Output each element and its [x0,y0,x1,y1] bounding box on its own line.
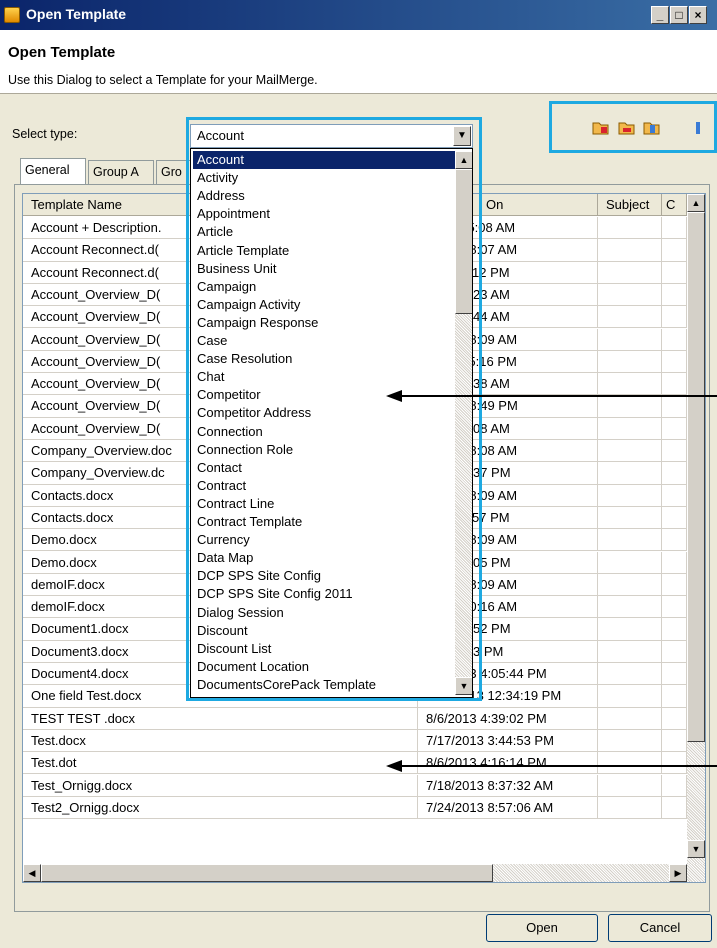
dropdown-scrollbar-thumb[interactable] [455,169,472,314]
column-modified-on-label: On [486,197,504,212]
maximize-button[interactable]: □ [670,6,688,24]
column-c[interactable]: C [662,194,687,216]
table-row[interactable]: Test2_Ornigg.docx 7/24/2013 8:57:06 AM [23,796,687,820]
c-cell [662,239,687,262]
dropdown-item[interactable]: Case Resolution [193,350,455,368]
dropdown-item[interactable]: Campaign Activity [193,296,455,314]
modified-on-cell: 7/24/2013 8:57:06 AM [418,796,598,819]
subject-cell [598,239,662,262]
arrow-head-bottom [386,760,402,772]
scroll-left-icon[interactable]: ◀ [23,864,41,882]
horizontal-scrollbar[interactable]: ◀ ▶ [23,864,705,882]
info-icon[interactable] [693,120,703,136]
cancel-button[interactable]: Cancel [608,914,712,942]
minimize-button[interactable]: _ [651,6,669,24]
close-button[interactable]: × [689,6,707,24]
dropdown-scroll-up-icon[interactable]: ▲ [455,151,472,169]
c-cell [662,283,687,306]
subject-cell [598,306,662,329]
dropdown-item[interactable]: Case [193,332,455,350]
subject-cell [598,217,662,239]
subject-cell [598,283,662,306]
subject-cell [598,328,662,351]
scroll-right-icon[interactable]: ▶ [669,864,687,882]
dialog-heading: Open Template [8,44,116,61]
dropdown-item[interactable]: Article [193,223,455,241]
dialog-header: Open Template Use this Dialog to select … [0,30,717,94]
dropdown-item[interactable]: Activity [193,169,455,187]
template-name-cell: Test.docx [23,729,418,752]
c-cell [662,350,687,373]
dropdown-item[interactable]: Business Unit [193,260,455,278]
c-cell [662,261,687,284]
dropdown-item[interactable]: Article Template [193,242,455,260]
subject-cell [598,261,662,284]
subject-cell [598,796,662,819]
tab-general[interactable]: General [20,158,86,184]
c-cell [662,217,687,239]
scroll-down-icon[interactable]: ▼ [687,840,705,858]
folder-open-icon[interactable] [592,120,610,136]
template-name-cell: Test2_Ornigg.docx [23,796,418,819]
subject-cell [598,350,662,373]
template-name-cell: Test.dot [23,752,418,775]
window-title: Open Template [26,6,127,22]
c-cell [662,306,687,329]
c-cell [662,328,687,351]
annotation-arrows [386,390,717,772]
dialog-description: Use this Dialog to select a Template for… [8,73,318,87]
scroll-up-icon[interactable]: ▲ [687,194,705,212]
open-button[interactable]: Open [486,914,598,942]
folder-icon[interactable] [618,120,636,136]
app-icon [4,7,20,23]
column-subject[interactable]: Subject [598,194,662,216]
horizontal-scrollbar-thumb[interactable] [41,864,493,882]
dropdown-item[interactable]: Appointment [193,205,455,223]
template-name-cell: Test_Ornigg.docx [23,774,418,797]
template-name-cell: TEST TEST .docx [23,707,418,730]
dropdown-item[interactable]: Campaign [193,278,455,296]
folder-edit-icon[interactable] [643,120,661,136]
dropdown-item[interactable]: Address [193,187,455,205]
arrow-head-top [386,390,402,402]
dropdown-item[interactable]: Campaign Response [193,314,455,332]
tab-group-a[interactable]: Group A [88,160,154,184]
select-type-label: Select type: [12,127,78,141]
c-cell [662,796,687,819]
dropdown-item[interactable]: Account [193,151,455,169]
title-bar[interactable]: Open Template _ □ × [0,0,717,30]
